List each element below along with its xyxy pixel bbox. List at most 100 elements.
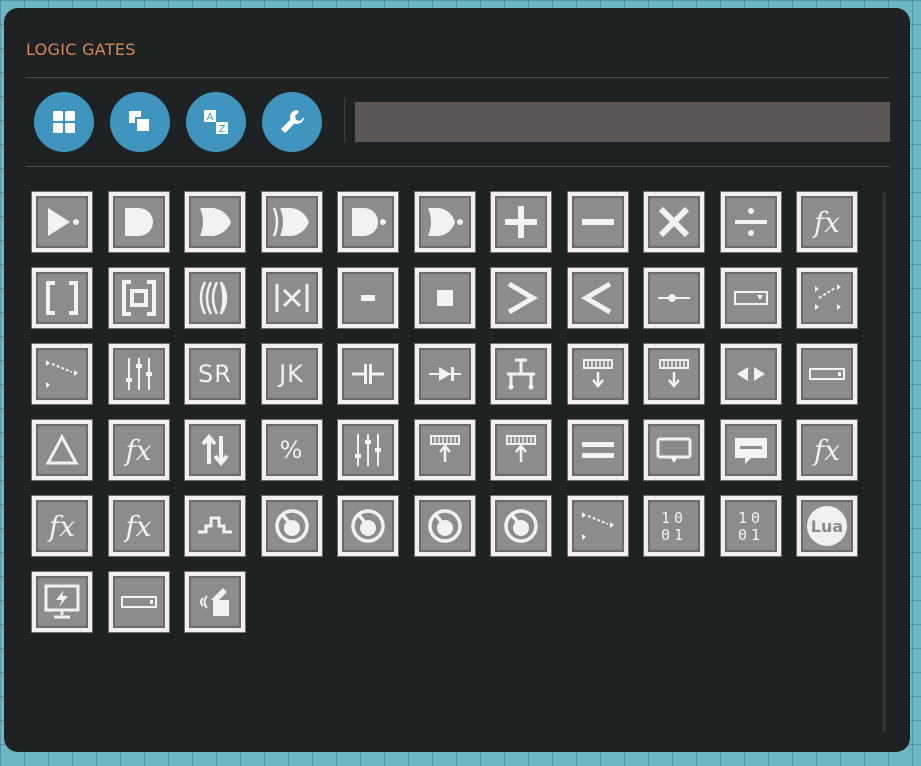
nor-gate-tile[interactable] <box>414 192 475 252</box>
dropdown-tile[interactable] <box>720 268 781 328</box>
text-box-tile[interactable] <box>644 420 704 480</box>
lua-icon: Lua <box>807 506 847 546</box>
timer-icon <box>351 509 385 543</box>
switchbox-3-tile[interactable] <box>567 496 628 556</box>
function-tile[interactable]: fx <box>797 192 857 252</box>
sr-latch-tile[interactable]: SR <box>185 344 245 404</box>
battery-tool-tile[interactable] <box>185 572 245 632</box>
function-3-tile[interactable]: fx <box>797 420 857 480</box>
bracket-tile[interactable] <box>32 268 92 328</box>
modulo-tile[interactable]: % <box>261 420 322 480</box>
equal-icon <box>581 442 614 458</box>
timer-3-tile[interactable] <box>414 496 475 556</box>
diode-icon <box>428 367 461 381</box>
lua-script-tile[interactable]: Lua <box>797 496 857 556</box>
slider-tile[interactable] <box>644 268 704 328</box>
bar-icon <box>120 596 157 608</box>
display-bar-2-tile[interactable] <box>108 572 169 632</box>
scrollbar[interactable] <box>883 192 886 732</box>
sort-letter-a: A <box>207 112 214 123</box>
switchbox2-icon <box>581 512 614 540</box>
nand-icon <box>352 208 386 236</box>
binary-1-tile[interactable]: 10 01 <box>644 496 704 556</box>
multi-lens-tile[interactable] <box>185 268 245 328</box>
negate-tile[interactable] <box>338 268 398 328</box>
mixer-icon <box>125 358 152 390</box>
binary-icon: 1001 <box>737 509 763 544</box>
buffer-gate-tile[interactable] <box>32 192 92 252</box>
slider-icon <box>658 294 690 302</box>
speech-bubble-tile[interactable] <box>720 420 781 480</box>
mixer-tile[interactable] <box>108 344 169 404</box>
mixer-icon <box>355 434 381 466</box>
timer-4-tile[interactable] <box>491 496 551 556</box>
composite-write-2-tile[interactable] <box>491 420 551 480</box>
timer-2-tile[interactable] <box>338 496 398 556</box>
composite-read-tile[interactable] <box>567 344 628 404</box>
timer-1-tile[interactable] <box>261 496 322 556</box>
divide-icon <box>734 208 767 236</box>
left-right-tile[interactable] <box>720 344 781 404</box>
batt-icon <box>200 588 229 616</box>
plus-icon <box>505 206 537 238</box>
capacitor-tile[interactable] <box>338 344 398 404</box>
function-5-tile[interactable]: fx <box>108 496 169 556</box>
multiply-tile[interactable] <box>644 192 704 252</box>
search-input[interactable] <box>355 102 890 142</box>
or-gate-tile[interactable] <box>185 192 245 252</box>
divide-tile[interactable] <box>720 192 781 252</box>
sort-az-button[interactable]: A Z <box>186 92 246 152</box>
modulo-label: % <box>279 436 304 464</box>
nor-icon <box>427 208 463 236</box>
and-gate-tile[interactable] <box>108 192 169 252</box>
bar-icon <box>809 368 845 380</box>
mixer-2-tile[interactable] <box>338 420 398 480</box>
display-bar-tile[interactable] <box>797 344 857 404</box>
switchbox2-icon <box>46 360 78 388</box>
up-down-tile[interactable] <box>185 420 245 480</box>
bracket-icon <box>46 281 78 315</box>
jk-flip-flop-tile[interactable]: JK <box>261 344 322 404</box>
greater-than-tile[interactable] <box>491 268 551 328</box>
comp-read-icon <box>582 359 613 388</box>
xor-gate-tile[interactable] <box>261 192 322 252</box>
monitor-tile[interactable] <box>32 572 92 632</box>
title-divider <box>26 77 890 78</box>
grid-icon <box>53 111 75 133</box>
or-icon <box>200 208 231 236</box>
function-4-tile[interactable]: fx <box>32 496 92 556</box>
updown-icon <box>201 433 229 467</box>
fx-icon: fx <box>48 509 76 543</box>
fx-icon: fx <box>125 509 152 543</box>
switchbox-tile[interactable] <box>797 268 857 328</box>
settings-button[interactable] <box>262 92 322 152</box>
composite-read-2-tile[interactable] <box>644 344 704 404</box>
capacitor-icon <box>352 364 384 384</box>
switchbox-2-tile[interactable] <box>32 344 92 404</box>
less-than-tile[interactable] <box>567 268 628 328</box>
diode-tile[interactable] <box>414 344 475 404</box>
equal-tile[interactable] <box>567 420 628 480</box>
composite-write-tile[interactable] <box>414 420 475 480</box>
delta-icon <box>45 433 79 465</box>
delta-tile[interactable] <box>32 420 92 480</box>
svg-text:10: 10 <box>737 509 763 527</box>
constant-tile[interactable] <box>414 268 475 328</box>
abs-multiply-tile[interactable] <box>261 268 322 328</box>
comp-write-icon <box>429 435 460 462</box>
nested-bracket-tile[interactable] <box>108 268 169 328</box>
wrench-icon <box>281 110 304 133</box>
pipe-junction-tile[interactable] <box>491 344 551 404</box>
function-2-tile[interactable]: fx <box>108 420 169 480</box>
binary-2-tile[interactable]: 10 01 <box>720 496 781 556</box>
binary-icon: 1001 <box>661 509 683 544</box>
nand-gate-tile[interactable] <box>338 192 398 252</box>
copy-button[interactable] <box>110 92 170 152</box>
jk-flip-flop-label: JK <box>279 360 304 388</box>
subtract-tile[interactable] <box>567 192 628 252</box>
switchbox-icon <box>815 284 841 310</box>
pulse-tile[interactable] <box>185 496 245 556</box>
grid-view-button[interactable] <box>34 92 94 152</box>
add-tile[interactable] <box>491 192 551 252</box>
comp-write-icon <box>506 435 536 462</box>
